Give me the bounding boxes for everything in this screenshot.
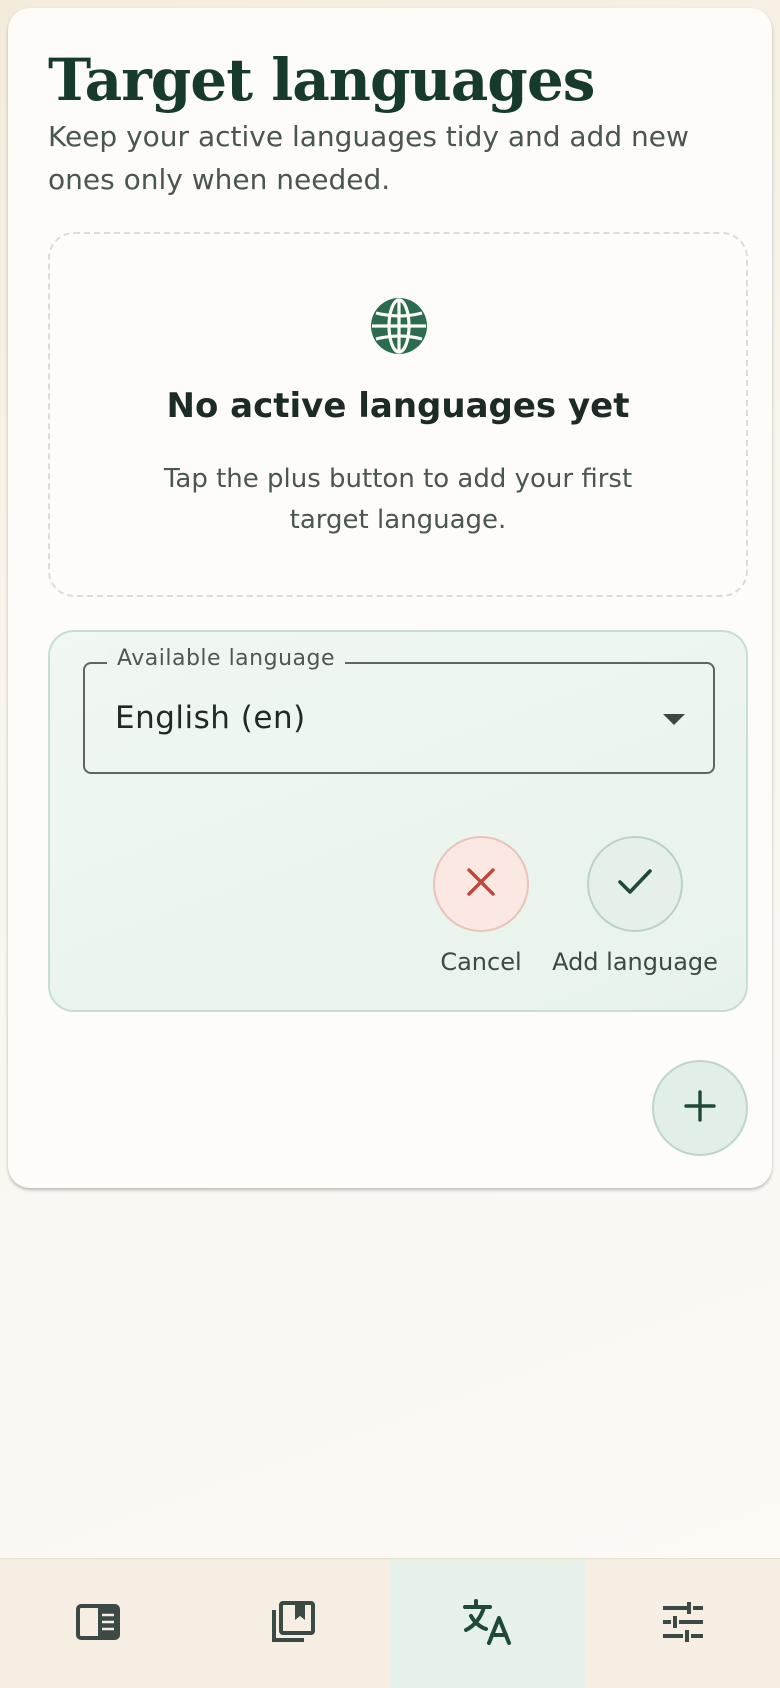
cancel-button[interactable]	[433, 836, 529, 932]
add-fab-button[interactable]	[652, 1060, 748, 1156]
add-language-action: Add language	[550, 836, 720, 976]
close-icon	[464, 865, 498, 903]
globe-icon	[367, 294, 431, 358]
empty-state-text: Tap the plus button to add your first ta…	[163, 464, 633, 535]
empty-state-title: No active languages yet	[166, 386, 630, 426]
dropdown-arrow-icon[interactable]	[663, 714, 685, 725]
nav-item-settings[interactable]	[585, 1559, 780, 1688]
cancel-label: Cancel	[440, 948, 522, 976]
empty-state-panel: No active languages yet Tap the plus but…	[48, 232, 748, 597]
page-title: Target languages	[48, 46, 595, 114]
reader-icon	[75, 1603, 121, 1645]
available-language-select[interactable]: Available language English (en)	[83, 646, 715, 774]
library-icon	[270, 1600, 316, 1648]
nav-item-languages[interactable]	[390, 1559, 585, 1688]
page-subtitle: Keep your active languages tidy and add …	[48, 120, 689, 196]
plus-icon	[683, 1089, 717, 1127]
field-label: Available language	[107, 646, 345, 671]
translate-icon	[462, 1598, 514, 1650]
check-icon	[617, 867, 653, 901]
cancel-action: Cancel	[396, 836, 566, 976]
tune-icon	[661, 1601, 705, 1646]
language-picker-panel: Available language English (en) Cancel A…	[48, 630, 748, 1012]
add-language-label: Add language	[552, 948, 718, 976]
add-language-button[interactable]	[587, 836, 683, 932]
nav-item-library[interactable]	[195, 1559, 390, 1688]
main-card: Target languages Keep your active langua…	[8, 8, 772, 1188]
bottom-navigation	[0, 1558, 780, 1688]
nav-item-reader[interactable]	[0, 1559, 195, 1688]
selected-language-value: English (en)	[115, 700, 306, 736]
